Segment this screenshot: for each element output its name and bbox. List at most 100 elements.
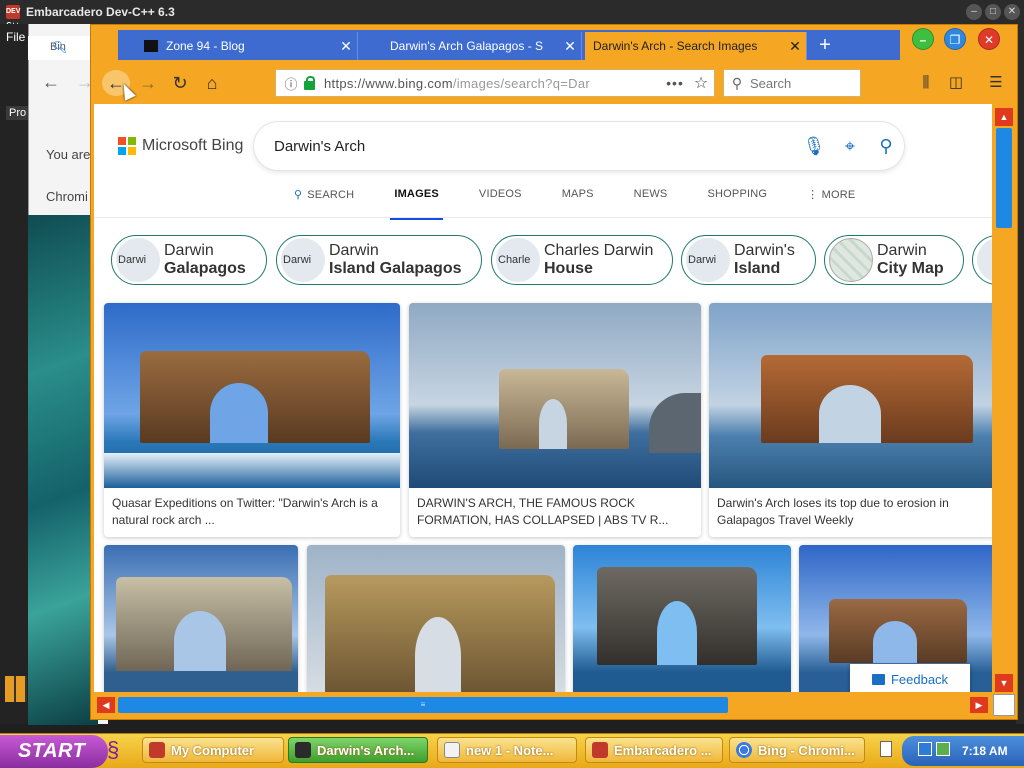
nav-tab-news[interactable]: NEWS <box>614 186 688 216</box>
nav-tab-videos[interactable]: VIDEOS <box>459 186 542 216</box>
taskbar-button-embarcadero[interactable]: Embarcadero ... <box>585 737 723 763</box>
window-close-button[interactable]: ✕ <box>978 28 1000 50</box>
result-image <box>709 303 992 488</box>
tab-label: Darwin's Arch Galapagos - S <box>390 39 544 53</box>
taskbar-button-label: new 1 - Note... <box>466 742 554 758</box>
bing-logo[interactable]: Microsoft Bing <box>118 137 243 155</box>
devcpp-grid-icon[interactable] <box>5 676 27 702</box>
scroll-left-button[interactable]: ◀ <box>97 697 115 713</box>
chip-line1: Darwin <box>329 242 379 259</box>
nav-divider <box>94 217 992 218</box>
horizontal-scrollbar-thumb[interactable]: ≡ <box>118 697 728 713</box>
tab-close-icon[interactable]: ✕ <box>335 38 357 55</box>
url-bar[interactable]: ⓘ https://www.bing.com/images/search?q=D… <box>275 69 715 97</box>
related-chip-partial[interactable] <box>972 235 992 285</box>
related-chip-darwin-galapagos[interactable]: Darwi Darwin Galapagos <box>111 235 267 285</box>
devcpp-close-button[interactable]: ✕ <box>1004 4 1020 20</box>
chip-line2: Island <box>734 260 781 277</box>
library-icon[interactable]: ⫼ <box>914 71 938 95</box>
arch-opening <box>657 601 697 665</box>
tab-label: Zone 94 - Blog <box>166 39 245 53</box>
scrollbar-corner <box>993 694 1015 716</box>
tab-close-icon[interactable]: ✕ <box>559 38 581 55</box>
chip-thumbnail: Darwi <box>281 238 325 282</box>
image-result-travel-weekly[interactable]: Darwin's Arch loses its top due to erosi… <box>709 303 992 537</box>
page-actions-icon[interactable]: ••• <box>662 75 688 91</box>
menu-hamburger-icon[interactable]: ☰ <box>984 71 1008 95</box>
feedback-button[interactable]: Feedback <box>850 664 970 692</box>
home-icon[interactable]: ⌂ <box>198 70 226 96</box>
taskbar-button-notepad[interactable]: new 1 - Note... <box>437 737 577 763</box>
result-image <box>104 303 400 488</box>
taskbar-button-my-computer[interactable]: My Computer <box>142 737 284 763</box>
scroll-right-button[interactable]: ▶ <box>970 697 988 713</box>
url-text[interactable]: https://www.bing.com/images/search?q=Dar <box>324 76 662 91</box>
devcpp-minimize-button[interactable]: – <box>966 4 982 20</box>
bing-nav-tabs: ⚲ SEARCH IMAGES VIDEOS MAPS NEWS SHOPPING… <box>274 186 875 220</box>
tab-darwins-arch-search-images[interactable]: Darwin's Arch - Search Images ✕ <box>585 32 807 60</box>
related-chip-darwin-city-map[interactable]: Darwin City Map <box>824 235 964 285</box>
window-minimize-button[interactable]: – <box>912 28 934 50</box>
volume-icon[interactable] <box>936 742 950 756</box>
devcpp-title: Embarcadero Dev-C++ 6.3 <box>26 5 175 19</box>
lock-icon[interactable] <box>302 76 318 90</box>
info-icon[interactable]: ⓘ <box>280 74 302 93</box>
image-result-abs-tv[interactable]: DARWIN'S ARCH, THE FAMOUS ROCK FORMATION… <box>409 303 701 537</box>
microsoft-logo-icon <box>118 137 136 155</box>
image-result-row2-1[interactable] <box>104 545 298 692</box>
related-chip-charles-darwin-house[interactable]: Charle Charles Darwin House <box>491 235 673 285</box>
firefox-search-box[interactable]: ⚲ Search <box>723 69 861 97</box>
taskbar-button-bing-chromium[interactable]: Bing - Chromi... <box>729 737 865 763</box>
chip-line1: Darwin <box>164 242 214 259</box>
nav-tab-search[interactable]: ⚲ SEARCH <box>274 186 374 216</box>
forward-arrow-icon[interactable]: → <box>134 70 162 96</box>
nav-tab-shopping[interactable]: SHOPPING <box>687 186 787 216</box>
devcpp-app-icon <box>592 742 608 758</box>
tab-label: Darwin's Arch - Search Images <box>593 39 758 53</box>
arch-opening <box>873 621 917 663</box>
image-result-quasar[interactable]: Quasar Expeditions on Twitter: "Darwin's… <box>104 303 400 537</box>
tab-zone94-blog[interactable]: Zone 94 - Blog ✕ <box>136 32 358 60</box>
devcpp-menu-file[interactable]: File <box>6 30 25 44</box>
new-tab-button[interactable]: + <box>812 32 838 58</box>
nav-tab-more[interactable]: ⋮ MORE <box>787 186 875 216</box>
start-button[interactable]: START <box>0 735 108 768</box>
tray-document-icon[interactable] <box>880 741 892 757</box>
bookmark-star-icon[interactable]: ☆ <box>688 73 714 93</box>
vertical-scrollbar-thumb[interactable] <box>996 128 1012 228</box>
bing-brand-text: Microsoft Bing <box>142 137 244 154</box>
image-result-row2-2[interactable] <box>307 545 565 692</box>
devcpp-project-panel-tab[interactable]: Pro <box>6 106 30 120</box>
search-icon: ⚲ <box>294 189 303 201</box>
window-maximize-button[interactable]: ❐ <box>944 28 966 50</box>
result-image <box>409 303 701 488</box>
related-chip-darwins-island[interactable]: Darwi Darwin's Island <box>681 235 816 285</box>
search-submit-icon[interactable]: ⚲ <box>868 136 904 157</box>
tab-darwins-arch-galapagos[interactable]: Darwin's Arch Galapagos - S ✕ <box>382 32 582 60</box>
scroll-down-button[interactable]: ▼ <box>995 674 1013 692</box>
devcpp-maximize-button[interactable]: □ <box>985 4 1001 20</box>
related-chip-darwin-island-galapagos[interactable]: Darwi Darwin Island Galapagos <box>276 235 482 285</box>
image-result-row2-3[interactable] <box>573 545 791 692</box>
nav-tab-images[interactable]: IMAGES <box>374 186 459 220</box>
chrome-back-icon[interactable]: ← <box>42 72 60 93</box>
network-icon[interactable] <box>918 742 932 756</box>
url-path: /images/search?q=Dar <box>452 75 590 91</box>
taskbar-button-label: Darwin's Arch... <box>317 742 415 758</box>
clock-time[interactable]: 7:18 AM <box>962 744 1008 758</box>
scroll-up-button[interactable]: ▲ <box>995 108 1013 126</box>
arch-opening <box>174 611 226 671</box>
taskbar-button-darwins-arch[interactable]: Darwin's Arch... <box>288 737 428 763</box>
nav-tab-maps[interactable]: MAPS <box>542 186 614 216</box>
chip-thumbnail <box>977 238 992 282</box>
tab-close-icon[interactable]: ✕ <box>784 38 806 55</box>
bing-search-input[interactable]: Darwin's Arch 🎙︎ ⌖ ⚲ <box>254 122 904 170</box>
feedback-icon <box>871 673 885 685</box>
zone94-favicon-icon <box>144 40 158 52</box>
reload-icon[interactable]: ↻ <box>166 70 194 96</box>
visual-search-icon[interactable]: ⌖ <box>832 136 868 157</box>
microphone-icon[interactable]: 🎙︎ <box>796 136 832 157</box>
sidebar-icon[interactable]: ◫ <box>944 71 968 95</box>
search-placeholder: Search <box>750 75 792 91</box>
url-host: https://www.bing.com <box>324 75 453 91</box>
